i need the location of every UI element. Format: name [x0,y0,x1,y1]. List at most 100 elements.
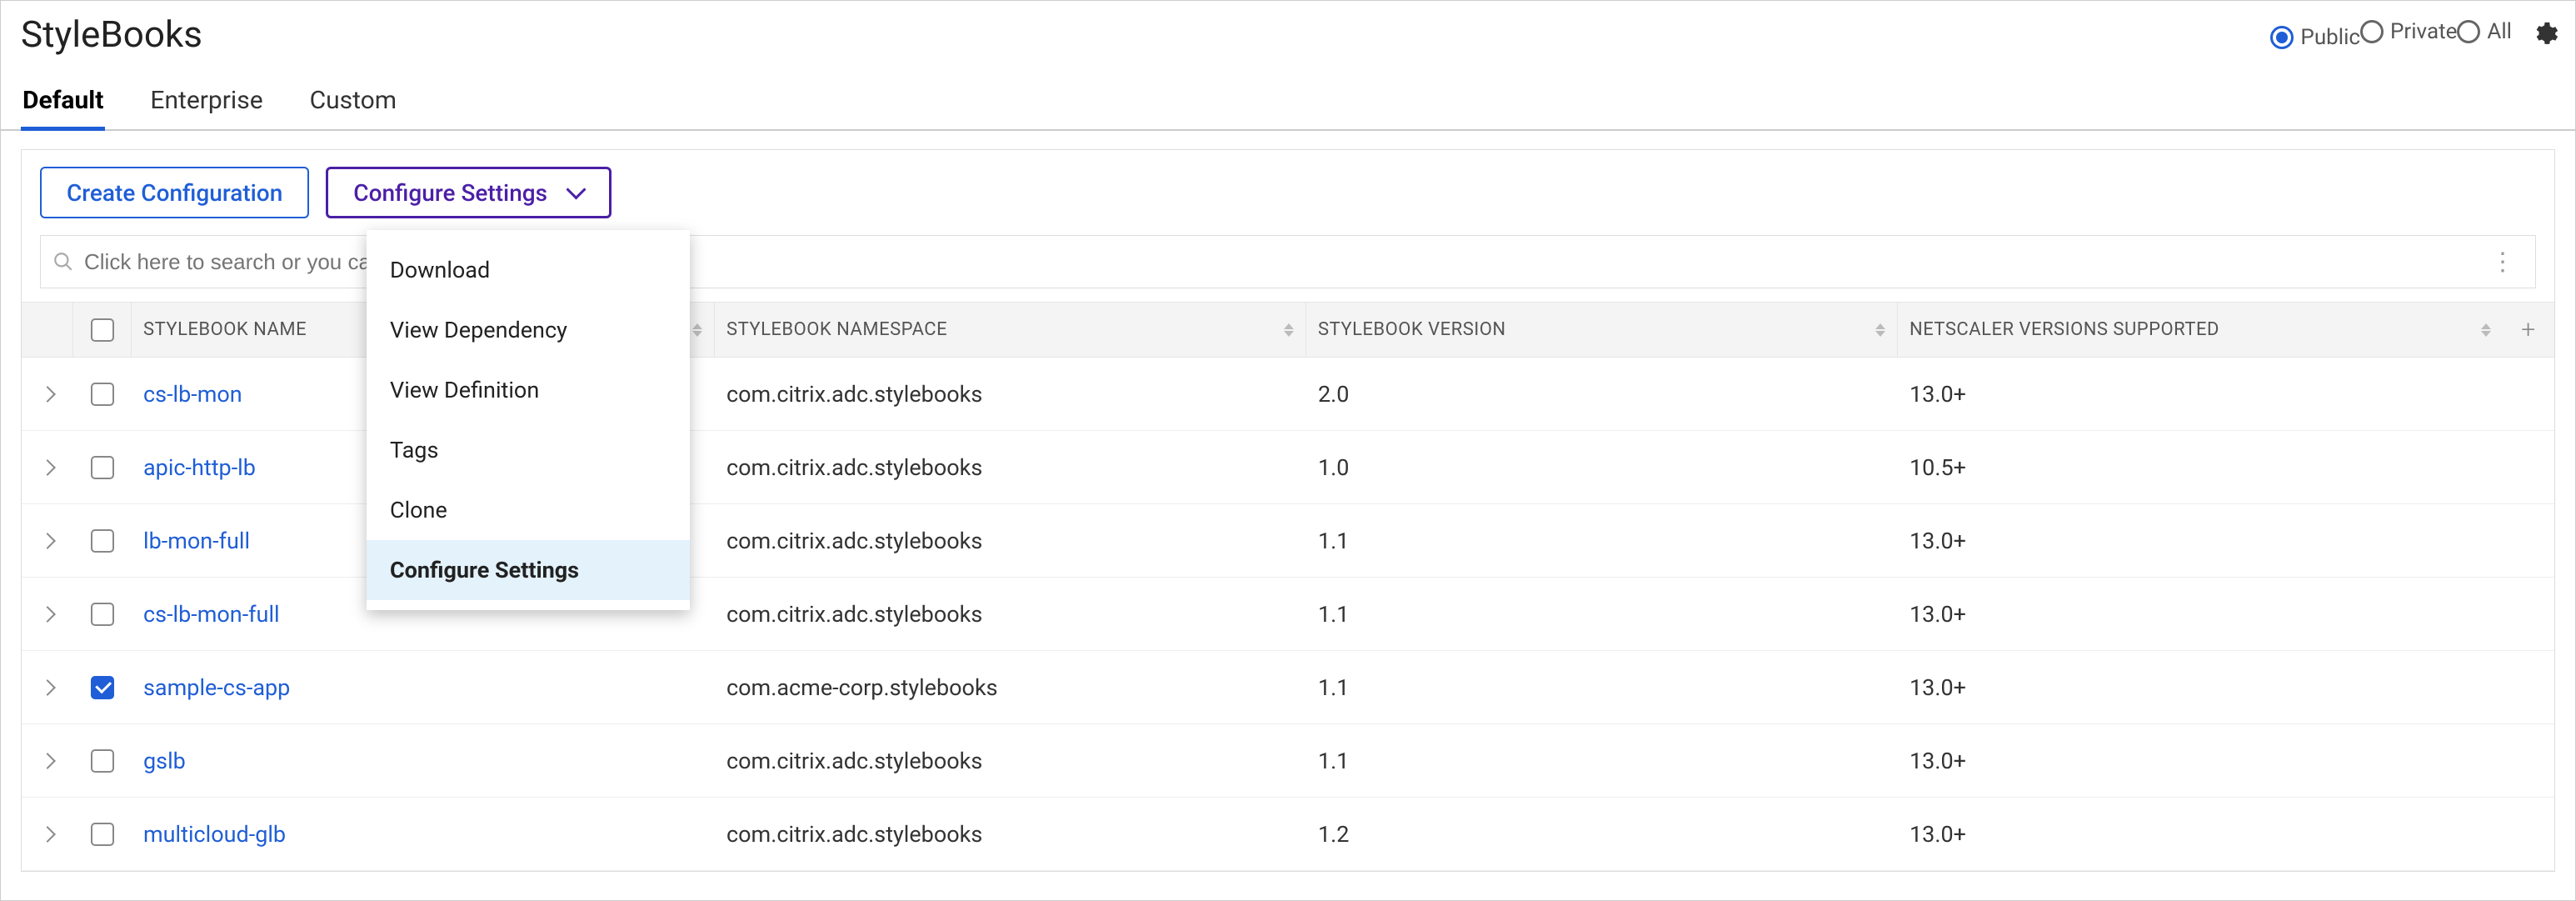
radio-icon [2360,20,2384,43]
select-all-checkbox[interactable] [91,318,114,342]
expand-row-button[interactable] [22,755,73,767]
sort-icon [1284,323,1294,337]
filter-radio-all[interactable]: All [2457,19,2512,44]
stylebook-supported: 13.0+ [1898,381,2554,408]
gear-icon[interactable] [2530,20,2559,48]
tabs: Default Enterprise Custom [1,86,2575,131]
stylebook-namespace: com.citrix.adc.stylebooks [715,821,1306,848]
stylebook-supported: 13.0+ [1898,601,2554,628]
sort-icon [2481,323,2491,337]
row-checkbox[interactable] [91,603,114,626]
visibility-filter: Public Private All [2270,19,2559,50]
content-panel: Create Configuration Configure Settings … [21,149,2555,872]
row-checkbox-cell[interactable] [73,383,132,406]
row-checkbox-cell[interactable] [73,749,132,773]
menu-item-clone[interactable]: Clone [367,480,690,540]
stylebook-name-link[interactable]: cs-lb-mon [143,381,242,408]
settings-dropdown-menu: DownloadView DependencyView DefinitionTa… [367,230,690,610]
row-checkbox[interactable] [91,676,114,699]
stylebook-supported: 13.0+ [1898,528,2554,554]
radio-label: Private [2390,19,2457,44]
chevron-right-icon [39,533,56,549]
row-checkbox[interactable] [91,823,114,846]
row-checkbox-cell[interactable] [73,603,132,626]
stylebook-version: 1.1 [1306,528,1898,554]
add-column-button[interactable]: + [2503,303,2554,357]
expand-row-button[interactable] [22,608,73,620]
menu-item-view-dependency[interactable]: View Dependency [367,300,690,360]
stylebook-namespace: com.citrix.adc.stylebooks [715,601,1306,628]
configure-settings-dropdown-button[interactable]: Configure Settings [326,167,612,218]
tab-default[interactable]: Default [21,86,105,131]
expand-row-button[interactable] [22,462,73,473]
stylebook-namespace: com.citrix.adc.stylebooks [715,454,1306,481]
sort-icon [692,323,702,337]
stylebook-namespace: com.citrix.adc.stylebooks [715,528,1306,554]
select-all-header[interactable] [73,303,132,357]
row-checkbox-cell[interactable] [73,676,132,699]
chevron-right-icon [39,459,56,476]
stylebook-version: 1.0 [1306,454,1898,481]
expand-row-button[interactable] [22,828,73,840]
filter-radio-private[interactable]: Private [2360,19,2457,44]
table-row: multicloud-glbcom.citrix.adc.stylebooks1… [22,798,2554,871]
stylebook-name-link[interactable]: gslb [143,748,186,774]
menu-item-view-definition[interactable]: View Definition [367,360,690,420]
chevron-right-icon [39,386,56,403]
menu-item-tags[interactable]: Tags [367,420,690,480]
col-header-supported[interactable]: NETSCALER VERSIONS SUPPORTED [1898,303,2503,357]
chevron-right-icon [39,606,56,623]
stylebook-version: 2.0 [1306,381,1898,408]
page: StyleBooks PublicPrivateAll DefaultEnter… [0,0,2576,901]
stylebook-supported: 13.0+ [1898,748,2554,774]
row-checkbox-cell[interactable] [73,529,132,553]
kebab-menu-icon[interactable]: ⋮ [2482,248,2524,277]
chevron-right-icon [39,679,56,696]
stylebook-version: 1.2 [1306,821,1898,848]
radio-icon [2457,20,2480,43]
sort-icon [1875,323,1885,337]
row-checkbox-cell[interactable] [73,823,132,846]
stylebook-name-link[interactable]: multicloud-glb [143,821,286,848]
stylebook-name-link[interactable]: apic-http-lb [143,454,256,481]
row-checkbox[interactable] [91,456,114,479]
menu-item-configure-settings[interactable]: Configure Settings [367,540,690,600]
create-configuration-button[interactable]: Create Configuration [40,167,309,218]
stylebook-name-link[interactable]: cs-lb-mon-full [143,601,280,628]
dropdown-label: Configure Settings [353,179,547,207]
stylebook-supported: 13.0+ [1898,821,2554,848]
radio-label: Public [2300,25,2360,50]
toolbar: Create Configuration Configure Settings [22,150,2554,235]
chevron-right-icon [39,826,56,843]
table-row: gslbcom.citrix.adc.stylebooks1.113.0+ [22,724,2554,798]
tab-custom[interactable]: Custom [308,86,399,129]
menu-item-download[interactable]: Download [367,240,690,300]
row-checkbox[interactable] [91,383,114,406]
stylebook-version: 1.1 [1306,748,1898,774]
stylebook-namespace: com.acme-corp.stylebooks [715,674,1306,701]
stylebook-version: 1.1 [1306,674,1898,701]
expand-row-button[interactable] [22,535,73,547]
radio-icon [2270,26,2294,49]
stylebook-name-link[interactable]: sample-cs-app [143,674,290,701]
stylebook-supported: 10.5+ [1898,454,2554,481]
col-header-namespace[interactable]: STYLEBOOK NAMESPACE [715,303,1306,357]
radio-label: All [2487,19,2512,44]
stylebook-name-link[interactable]: lb-mon-full [143,528,250,554]
row-checkbox[interactable] [91,529,114,553]
table-row: sample-cs-app com.acme-corp.stylebooks1.1… [22,651,2554,724]
chevron-right-icon [39,753,56,769]
stylebook-namespace: com.citrix.adc.stylebooks [715,381,1306,408]
chevron-down-icon [567,184,584,201]
col-header-version[interactable]: STYLEBOOK VERSION [1306,303,1898,357]
search-icon [52,251,74,273]
row-checkbox[interactable] [91,749,114,773]
create-label: Create Configuration [67,179,282,207]
tab-enterprise[interactable]: Enterprise [148,86,264,129]
stylebook-version: 1.1 [1306,601,1898,628]
expand-all-header [22,303,73,357]
expand-row-button[interactable] [22,388,73,400]
expand-row-button[interactable] [22,682,73,693]
filter-radio-public[interactable]: Public [2270,25,2360,50]
row-checkbox-cell[interactable] [73,456,132,479]
